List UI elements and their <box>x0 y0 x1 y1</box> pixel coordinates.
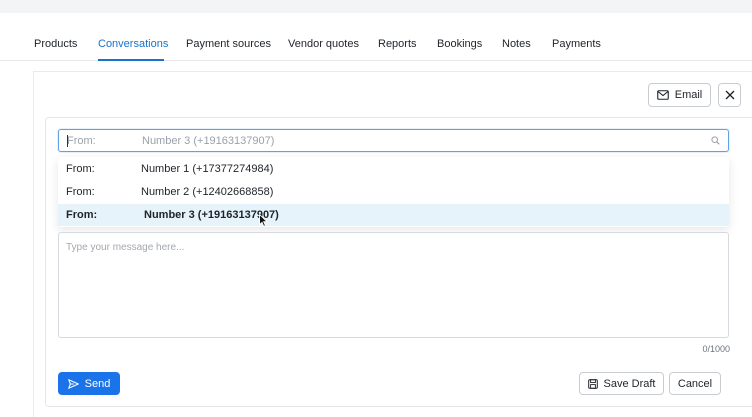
from-select-placeholder: Number 3 (+19163137907) <box>142 135 275 147</box>
mouse-pointer-icon <box>259 213 268 230</box>
top-bar <box>0 0 752 13</box>
mail-icon <box>656 90 669 100</box>
option-key: From: <box>66 186 95 198</box>
dropdown-option-number-2[interactable]: From: Number 2 (+12402668858) <box>58 181 729 203</box>
cancel-button[interactable]: Cancel <box>669 372 721 395</box>
send-icon <box>67 378 79 389</box>
tab-conversations[interactable]: Conversations <box>98 38 168 50</box>
save-draft-button[interactable]: Save Draft <box>579 372 664 395</box>
search-icon <box>711 136 720 148</box>
tab-reports[interactable]: Reports <box>378 38 417 50</box>
tab-bar: Products Conversations Payment sources V… <box>0 13 752 61</box>
dropdown-option-number-3[interactable]: From: Number 3 (+19163137907) <box>58 204 729 226</box>
from-number-select[interactable]: From: Number 3 (+19163137907) <box>58 129 729 152</box>
save-icon <box>587 378 598 389</box>
email-button[interactable]: Email <box>648 83 711 107</box>
tab-notes[interactable]: Notes <box>502 38 531 50</box>
option-key: From: <box>66 209 98 221</box>
from-number-dropdown: From: Number 1 (+17377274984) From: Numb… <box>58 157 729 227</box>
character-counter: 0/1000 <box>702 344 730 354</box>
save-draft-button-label: Save Draft <box>603 377 656 390</box>
close-icon <box>725 90 735 100</box>
option-value: Number 2 (+12402668858) <box>141 186 274 198</box>
tab-vendor-quotes[interactable]: Vendor quotes <box>288 38 359 50</box>
cancel-button-label: Cancel <box>677 377 713 390</box>
email-button-label: Email <box>674 89 703 101</box>
active-tab-indicator <box>98 59 164 61</box>
from-select-label: From: <box>67 135 96 147</box>
dropdown-option-number-1[interactable]: From: Number 1 (+17377274984) <box>58 158 729 180</box>
tab-payment-sources[interactable]: Payment sources <box>186 38 271 50</box>
option-value: Number 1 (+17377274984) <box>141 163 274 175</box>
option-key: From: <box>66 163 95 175</box>
send-button[interactable]: Send <box>58 372 120 395</box>
message-textarea[interactable]: Type your message here... <box>58 232 729 338</box>
tab-products[interactable]: Products <box>34 38 77 50</box>
close-button[interactable] <box>718 83 741 107</box>
tab-payments[interactable]: Payments <box>552 38 601 50</box>
send-button-label: Send <box>84 377 111 390</box>
message-placeholder: Type your message here... <box>66 242 185 253</box>
tab-bookings[interactable]: Bookings <box>437 38 482 50</box>
text-caret <box>67 135 68 147</box>
